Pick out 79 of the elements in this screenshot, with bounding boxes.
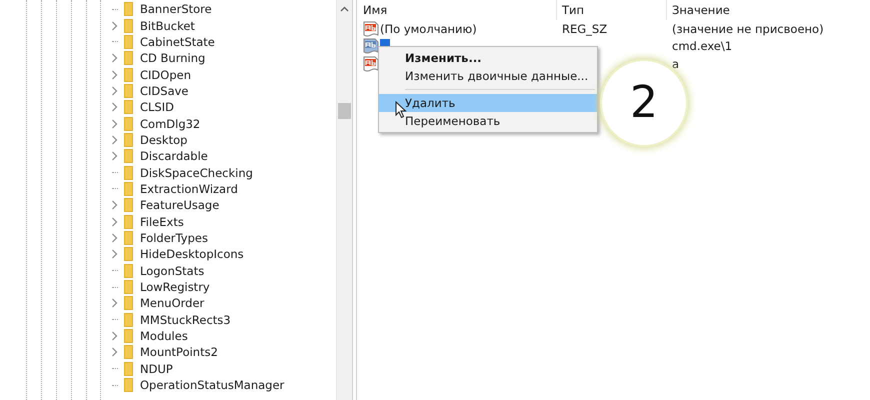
tree-item[interactable]: Modules	[140, 329, 188, 344]
tree-item[interactable]: Desktop	[140, 132, 188, 147]
tree-item[interactable]: ComDlg32	[140, 116, 200, 131]
tree-item[interactable]: CabinetState	[140, 34, 215, 49]
expand-chevron-icon[interactable]	[111, 134, 118, 145]
folder-icon	[124, 132, 133, 147]
expand-chevron-icon[interactable]	[111, 118, 118, 129]
expand-chevron-icon[interactable]	[111, 53, 118, 64]
tree-item[interactable]: OperationStatusManager	[140, 378, 284, 392]
scrollbar[interactable]	[336, 0, 352, 400]
folder-icon	[124, 198, 133, 212]
menu-item[interactable]: Изменить двоичные данные...	[379, 67, 597, 85]
mouse-cursor-icon	[395, 101, 407, 119]
expand-chevron-icon[interactable]	[111, 232, 118, 243]
folder-icon	[124, 18, 133, 33]
folder-icon	[124, 362, 133, 376]
folder-icon	[124, 100, 133, 114]
menu-item[interactable]: Изменить...	[379, 49, 597, 67]
expand-chevron-icon[interactable]	[111, 298, 118, 308]
folder-icon	[124, 378, 133, 392]
value-data: a	[672, 56, 680, 71]
scroll-up-icon[interactable]	[340, 6, 349, 12]
tree-item[interactable]: FileExts	[140, 214, 184, 229]
folder-icon	[124, 182, 133, 196]
expand-chevron-icon[interactable]	[111, 151, 118, 162]
expand-chevron-icon[interactable]	[111, 102, 118, 112]
tree-item[interactable]: CIDOpen	[140, 68, 191, 82]
tree-item[interactable]: CLSID	[140, 100, 174, 114]
tree-item[interactable]: Discardable	[140, 149, 208, 164]
tree-item[interactable]: HideDesktopIcons	[140, 247, 244, 262]
tree-item[interactable]: BannerStore	[140, 2, 212, 16]
value-data: (значение не присвоено)	[672, 22, 824, 36]
expand-chevron-icon[interactable]	[111, 331, 118, 342]
tree-item[interactable]: MMStuckRects3	[140, 312, 231, 327]
value-name[interactable]: (По умолчанию)	[380, 22, 477, 36]
tree-item[interactable]: FeatureUsage	[140, 198, 220, 212]
tree-item[interactable]: LogonStats	[140, 264, 204, 278]
value-type: REG_SZ	[562, 22, 608, 36]
column-header[interactable]: Имя	[357, 0, 557, 20]
column-header[interactable]: Тип	[557, 0, 667, 20]
folder-icon	[124, 116, 133, 131]
folder-icon	[124, 68, 133, 82]
tree-item[interactable]: MenuOrder	[140, 296, 204, 310]
folder-icon	[124, 214, 133, 229]
tree-item[interactable]: NDUP	[140, 362, 173, 376]
tree-item[interactable]: DiskSpaceChecking	[140, 166, 253, 180]
folder-icon	[124, 166, 133, 180]
folder-icon	[124, 149, 133, 164]
expand-chevron-icon[interactable]	[111, 347, 118, 358]
tree-item[interactable]: BitBucket	[140, 18, 195, 33]
tree-item[interactable]: ExtractionWizard	[140, 182, 238, 196]
menu-item[interactable]: Переименовать	[379, 112, 597, 130]
tree-item[interactable]: MountPoints2	[140, 345, 218, 360]
folder-icon	[124, 329, 133, 344]
tree-item[interactable]: FolderTypes	[140, 230, 208, 245]
expand-chevron-icon[interactable]	[111, 216, 118, 227]
folder-icon	[124, 296, 133, 310]
folder-icon	[124, 2, 133, 16]
expand-chevron-icon[interactable]	[111, 200, 118, 210]
folder-icon	[124, 345, 133, 360]
column-header[interactable]: Значение	[667, 0, 870, 20]
folder-icon	[124, 84, 133, 98]
expand-chevron-icon[interactable]	[111, 70, 118, 80]
value-data: cmd.exe\1	[672, 39, 732, 54]
folder-icon	[124, 264, 133, 278]
menu-item[interactable]: Удалить	[379, 94, 597, 112]
tree-item[interactable]: CIDSave	[140, 84, 189, 98]
scroll-thumb[interactable]	[338, 103, 351, 119]
folder-icon	[124, 230, 133, 245]
tree-item[interactable]: CD Burning	[140, 51, 206, 66]
folder-icon	[124, 34, 133, 49]
expand-chevron-icon[interactable]	[111, 20, 118, 31]
folder-icon	[124, 312, 133, 327]
expand-chevron-icon[interactable]	[111, 249, 118, 260]
folder-icon	[124, 280, 133, 294]
folder-icon	[124, 51, 133, 66]
tree-item[interactable]: LowRegistry	[140, 280, 210, 294]
folder-icon	[124, 247, 133, 262]
expand-chevron-icon[interactable]	[111, 86, 118, 96]
